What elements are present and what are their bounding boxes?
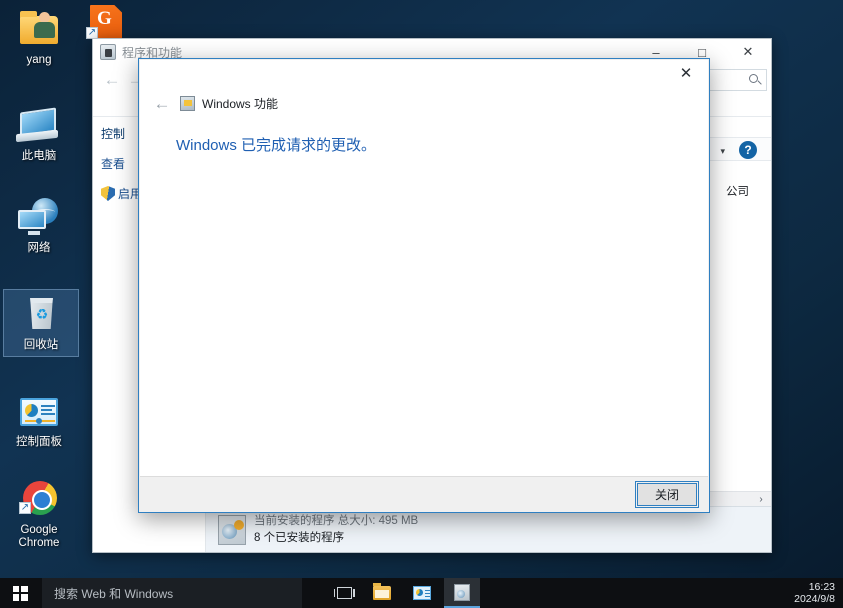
taskbar-button-task-view[interactable] xyxy=(326,578,362,608)
scroll-right-arrow-icon[interactable]: › xyxy=(754,492,768,507)
desktop-icon-label: Google Chrome xyxy=(18,524,60,549)
taskbar-clock[interactable]: 16:23 2024/9/8 xyxy=(794,578,835,608)
taskbar-search-input[interactable]: 搜索 Web 和 Windows xyxy=(42,578,302,608)
desktop-screen: yang ↗ 福昕 此电脑 K 网络 ♻ 回收站 xyxy=(0,0,843,608)
file-explorer-icon xyxy=(373,583,391,600)
search-icon xyxy=(749,74,758,83)
windows-start-icon xyxy=(12,585,28,601)
folder-user-icon xyxy=(16,8,62,50)
windows-features-dialog[interactable]: ✕ ← Windows 功能 Windows 已完成请求的更改。 关闭 xyxy=(138,58,710,513)
back-arrow-icon[interactable]: ← xyxy=(101,70,123,90)
installed-program-icon xyxy=(218,515,246,545)
desktop-icon-label: 回收站 xyxy=(23,339,59,351)
chevron-down-icon[interactable]: ▾ xyxy=(720,146,725,157)
control-panel-icon xyxy=(16,390,62,432)
network-globe-icon xyxy=(16,196,62,238)
control-panel-icon xyxy=(413,586,431,600)
windows-features-icon xyxy=(180,96,195,111)
status-program-count: 8 个已安装的程序 xyxy=(254,532,345,544)
chrome-icon: ↗ xyxy=(16,478,62,520)
desktop-icon-network[interactable]: 网络 xyxy=(2,196,76,255)
dialog-button-bar: 关闭 xyxy=(140,476,708,511)
taskbar: 搜索 Web 和 Windows 16:23 2024/9/8 xyxy=(0,578,843,608)
recycle-bin-icon: ♻ xyxy=(18,293,64,335)
clock-date: 2024/9/8 xyxy=(794,593,835,605)
desktop-icon-this-pc[interactable]: 此电脑 xyxy=(2,104,76,163)
dialog-title: Windows 功能 xyxy=(202,97,279,111)
taskbar-button-file-explorer[interactable] xyxy=(364,578,400,608)
dialog-close-icon[interactable]: ✕ xyxy=(664,60,708,86)
programs-features-icon xyxy=(100,44,116,60)
computer-icon xyxy=(16,104,62,146)
task-view-icon xyxy=(333,587,355,599)
taskbar-button-programs-features[interactable] xyxy=(444,578,480,608)
desktop-icon-recycle-bin[interactable]: ♻ 回收站 xyxy=(3,289,79,357)
shield-icon xyxy=(101,186,115,201)
status-total-size: 当前安装的程序 总大小: 495 MB xyxy=(254,515,419,527)
clock-time: 16:23 xyxy=(808,581,835,593)
programs-features-icon xyxy=(454,583,470,601)
help-icon[interactable]: ? xyxy=(739,141,757,159)
dialog-content-area: ✕ ← Windows 功能 Windows 已完成请求的更改。 xyxy=(140,60,708,478)
dialog-back-arrow-icon[interactable]: ← xyxy=(151,93,173,115)
desktop-icon-user-folder[interactable]: yang xyxy=(2,8,76,67)
desktop-icon-google-chrome[interactable]: ↗ Google Chrome xyxy=(2,478,76,550)
dialog-message: Windows 已完成请求的更改。 xyxy=(176,137,377,154)
desktop-icon-label: 网络 xyxy=(27,242,51,254)
close-button[interactable]: 关闭 xyxy=(635,481,699,508)
publisher-column-text: 公司 xyxy=(726,186,749,198)
desktop-icon-label: yang xyxy=(26,54,52,66)
close-button[interactable]: ✕ xyxy=(725,39,771,65)
desktop-icon-control-panel[interactable]: 控制面板 xyxy=(2,390,76,449)
start-button[interactable] xyxy=(0,578,40,608)
desktop-icon-label: 此电脑 xyxy=(21,150,57,162)
desktop-icon-label: 控制面板 xyxy=(16,436,62,448)
taskbar-button-control-panel[interactable] xyxy=(404,578,440,608)
taskbar-search-placeholder: 搜索 Web 和 Windows xyxy=(54,586,174,601)
